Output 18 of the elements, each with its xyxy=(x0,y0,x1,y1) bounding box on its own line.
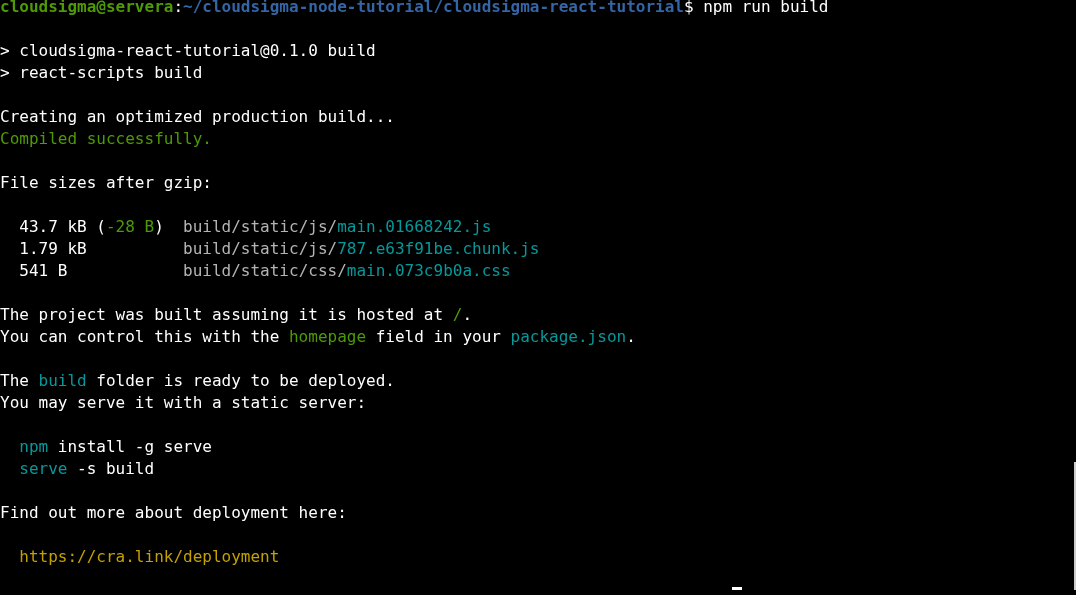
output-line: You can control this with the homepage field in your package.json. xyxy=(0,326,636,348)
output-line: > cloudsigma-react-tutorial@0.1.0 build xyxy=(0,40,376,62)
output-line: 1.79 kB build/static/js/787.e63f91be.chunk.js xyxy=(18,238,540,260)
output-line: serve -s build xyxy=(18,458,155,480)
output-line: The build folder is ready to be deployed. xyxy=(0,370,395,392)
output-line: File sizes after gzip: xyxy=(0,172,212,194)
output-line: > react-scripts build xyxy=(0,62,203,84)
output-line: 43.7 kB (-28 B) build/static/js/main.01668242.js xyxy=(18,216,492,238)
scrollbar-thumb[interactable] xyxy=(1074,462,1076,590)
output-line: https://cra.link/deployment xyxy=(18,546,280,568)
output-line: Creating an optimized production build... xyxy=(0,106,395,128)
output-line: npm install -g serve xyxy=(18,436,212,458)
output-line: You may serve it with a static server: xyxy=(0,392,367,414)
output-line: 541 B build/static/css/main.073c9b0a.css xyxy=(18,260,511,282)
output-line: Compiled successfully. xyxy=(0,128,212,150)
text-cursor xyxy=(732,587,743,590)
output-line: The project was built assuming it is hosted at /. xyxy=(0,304,473,326)
output-line: Find out more about deployment here: xyxy=(0,502,347,524)
